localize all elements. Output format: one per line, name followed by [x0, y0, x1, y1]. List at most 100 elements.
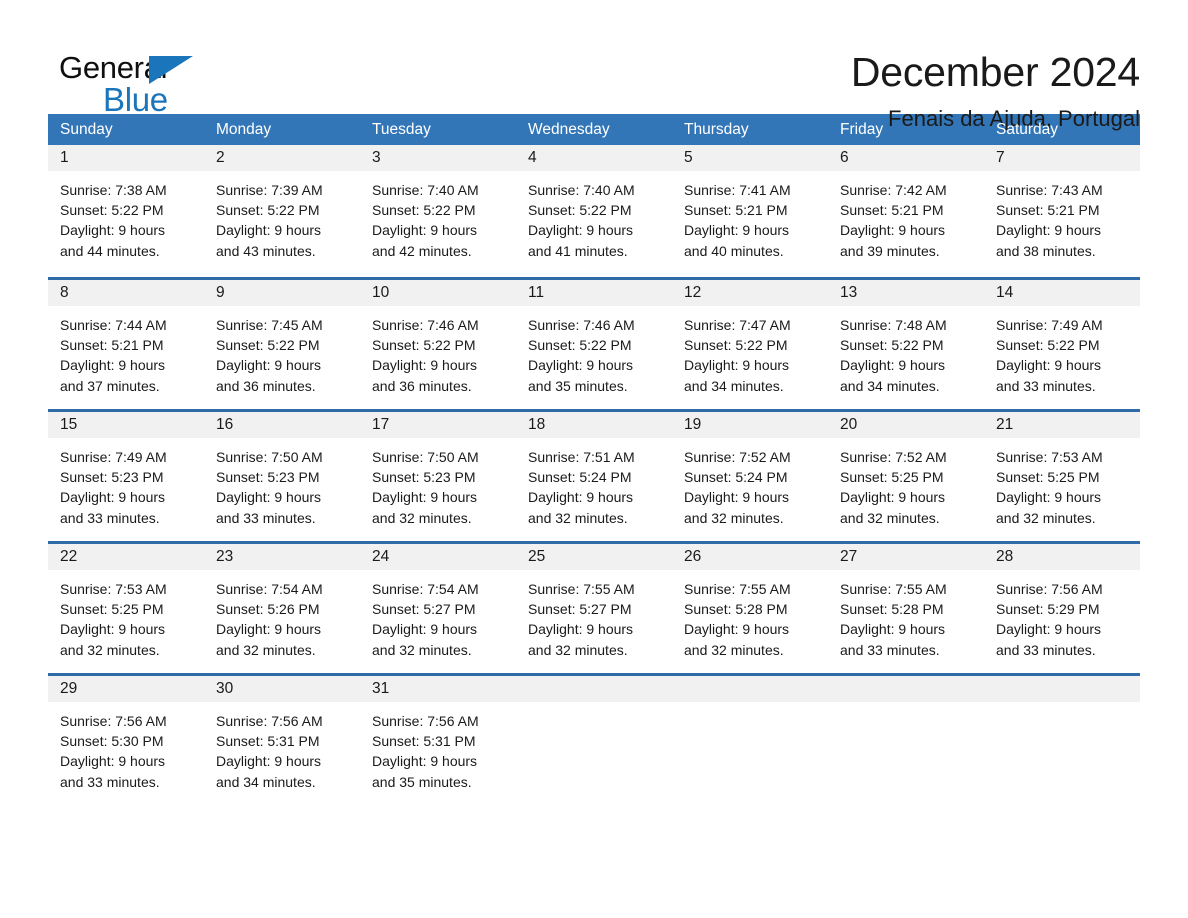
- daylight-text-line2: and 32 minutes.: [528, 641, 628, 658]
- sunset-text: Sunset: 5:25 PM: [840, 469, 944, 486]
- daylight-text-line1: Daylight: 9 hours: [528, 222, 634, 239]
- sunset-text: Sunset: 5:21 PM: [60, 337, 164, 354]
- day-number-band: 17: [360, 412, 516, 438]
- daylight-text-line1: Daylight: 9 hours: [840, 222, 946, 239]
- sunset-text: Sunset: 5:23 PM: [372, 469, 476, 486]
- day-cell[interactable]: 27 Sunrise: 7:55 AM Sunset: 5:28 PM Dayl…: [828, 544, 984, 673]
- weekday-header-tuesday: Tuesday: [372, 121, 431, 138]
- day-cell[interactable]: 29 Sunrise: 7:56 AM Sunset: 5:30 PM Dayl…: [48, 676, 204, 805]
- day-cell[interactable]: 7 Sunrise: 7:43 AM Sunset: 5:21 PM Dayli…: [984, 145, 1140, 277]
- daylight-text-line2: and 34 minutes.: [684, 377, 784, 394]
- daylight-text-line2: and 32 minutes.: [684, 641, 784, 658]
- sunrise-text: Sunrise: 7:54 AM: [372, 581, 479, 597]
- daylight-text-line1: Daylight: 9 hours: [216, 621, 322, 638]
- daylight-text-line2: and 34 minutes.: [216, 773, 316, 790]
- day-cell[interactable]: 24 Sunrise: 7:54 AM Sunset: 5:27 PM Dayl…: [360, 544, 516, 673]
- day-cell[interactable]: 15 Sunrise: 7:49 AM Sunset: 5:23 PM Dayl…: [48, 412, 204, 541]
- day-details: Sunrise: 7:46 AM Sunset: 5:22 PM Dayligh…: [360, 306, 516, 396]
- daylight-text-line2: and 43 minutes.: [216, 242, 316, 259]
- day-cell[interactable]: 8 Sunrise: 7:44 AM Sunset: 5:21 PM Dayli…: [48, 280, 204, 409]
- day-number-band: 18: [516, 412, 672, 438]
- day-cell[interactable]: 28 Sunrise: 7:56 AM Sunset: 5:29 PM Dayl…: [984, 544, 1140, 673]
- day-number-band: 21: [984, 412, 1140, 438]
- day-cell-empty: [984, 676, 1140, 805]
- day-cell[interactable]: 2 Sunrise: 7:39 AM Sunset: 5:22 PM Dayli…: [204, 145, 360, 277]
- weekday-header-monday: Monday: [216, 121, 272, 138]
- day-cell[interactable]: 9 Sunrise: 7:45 AM Sunset: 5:22 PM Dayli…: [204, 280, 360, 409]
- day-number-band: 3: [360, 145, 516, 171]
- day-cell[interactable]: 10 Sunrise: 7:46 AM Sunset: 5:22 PM Dayl…: [360, 280, 516, 409]
- daylight-text-line1: Daylight: 9 hours: [216, 222, 322, 239]
- day-details: Sunrise: 7:55 AM Sunset: 5:27 PM Dayligh…: [516, 570, 672, 660]
- day-cell[interactable]: 12 Sunrise: 7:47 AM Sunset: 5:22 PM Dayl…: [672, 280, 828, 409]
- daylight-text-line1: Daylight: 9 hours: [996, 357, 1102, 374]
- daylight-text-line1: Daylight: 9 hours: [372, 222, 478, 239]
- day-details: Sunrise: 7:56 AM Sunset: 5:31 PM Dayligh…: [360, 702, 516, 792]
- day-details: Sunrise: 7:44 AM Sunset: 5:21 PM Dayligh…: [48, 306, 204, 396]
- day-cell[interactable]: 13 Sunrise: 7:48 AM Sunset: 5:22 PM Dayl…: [828, 280, 984, 409]
- day-cell[interactable]: 3 Sunrise: 7:40 AM Sunset: 5:22 PM Dayli…: [360, 145, 516, 277]
- sunset-text: Sunset: 5:21 PM: [840, 202, 944, 219]
- day-cell[interactable]: 11 Sunrise: 7:46 AM Sunset: 5:22 PM Dayl…: [516, 280, 672, 409]
- day-cell[interactable]: 5 Sunrise: 7:41 AM Sunset: 5:21 PM Dayli…: [672, 145, 828, 277]
- day-cell[interactable]: 19 Sunrise: 7:52 AM Sunset: 5:24 PM Dayl…: [672, 412, 828, 541]
- day-details: Sunrise: 7:49 AM Sunset: 5:22 PM Dayligh…: [984, 306, 1140, 396]
- day-cell[interactable]: 21 Sunrise: 7:53 AM Sunset: 5:25 PM Dayl…: [984, 412, 1140, 541]
- day-cell[interactable]: 25 Sunrise: 7:55 AM Sunset: 5:27 PM Dayl…: [516, 544, 672, 673]
- day-number-band: 4: [516, 145, 672, 171]
- day-number-band: 25: [516, 544, 672, 570]
- daylight-text-line1: Daylight: 9 hours: [528, 621, 634, 638]
- sunrise-text: Sunrise: 7:47 AM: [684, 317, 791, 333]
- day-cell[interactable]: 6 Sunrise: 7:42 AM Sunset: 5:21 PM Dayli…: [828, 145, 984, 277]
- day-cell[interactable]: 31 Sunrise: 7:56 AM Sunset: 5:31 PM Dayl…: [360, 676, 516, 805]
- day-cell[interactable]: 26 Sunrise: 7:55 AM Sunset: 5:28 PM Dayl…: [672, 544, 828, 673]
- day-details: Sunrise: 7:56 AM Sunset: 5:30 PM Dayligh…: [48, 702, 204, 792]
- day-cell[interactable]: 14 Sunrise: 7:49 AM Sunset: 5:22 PM Dayl…: [984, 280, 1140, 409]
- day-number: 2: [216, 149, 225, 166]
- day-cell[interactable]: 17 Sunrise: 7:50 AM Sunset: 5:23 PM Dayl…: [360, 412, 516, 541]
- daylight-text-line2: and 42 minutes.: [372, 242, 472, 259]
- day-number: 27: [840, 548, 858, 565]
- day-number: 8: [60, 284, 69, 301]
- day-details: Sunrise: 7:45 AM Sunset: 5:22 PM Dayligh…: [204, 306, 360, 396]
- sunrise-text: Sunrise: 7:46 AM: [372, 317, 479, 333]
- sunrise-text: Sunrise: 7:38 AM: [60, 182, 167, 198]
- daylight-text-line1: Daylight: 9 hours: [60, 489, 166, 506]
- day-cell[interactable]: 20 Sunrise: 7:52 AM Sunset: 5:25 PM Dayl…: [828, 412, 984, 541]
- daylight-text-line1: Daylight: 9 hours: [996, 489, 1102, 506]
- daylight-text-line2: and 39 minutes.: [840, 242, 940, 259]
- sunrise-text: Sunrise: 7:56 AM: [372, 713, 479, 729]
- day-cell[interactable]: 30 Sunrise: 7:56 AM Sunset: 5:31 PM Dayl…: [204, 676, 360, 805]
- daylight-text-line2: and 32 minutes.: [372, 641, 472, 658]
- day-cell[interactable]: 4 Sunrise: 7:40 AM Sunset: 5:22 PM Dayli…: [516, 145, 672, 277]
- day-cell[interactable]: 16 Sunrise: 7:50 AM Sunset: 5:23 PM Dayl…: [204, 412, 360, 541]
- day-details: Sunrise: 7:49 AM Sunset: 5:23 PM Dayligh…: [48, 438, 204, 528]
- day-number-band: 1: [48, 145, 204, 171]
- day-number-band: 7: [984, 145, 1140, 171]
- calendar-page: General Blue December 2024 Fenais da Aju…: [0, 0, 1188, 918]
- sunset-text: Sunset: 5:29 PM: [996, 601, 1100, 618]
- sunrise-text: Sunrise: 7:49 AM: [60, 449, 167, 465]
- sunrise-text: Sunrise: 7:46 AM: [528, 317, 635, 333]
- day-cell[interactable]: 23 Sunrise: 7:54 AM Sunset: 5:26 PM Dayl…: [204, 544, 360, 673]
- daylight-text-line2: and 33 minutes.: [216, 509, 316, 526]
- day-number-band: 12: [672, 280, 828, 306]
- day-cell[interactable]: 22 Sunrise: 7:53 AM Sunset: 5:25 PM Dayl…: [48, 544, 204, 673]
- day-details: Sunrise: 7:48 AM Sunset: 5:22 PM Dayligh…: [828, 306, 984, 396]
- sunset-text: Sunset: 5:30 PM: [60, 733, 164, 750]
- daylight-text-line1: Daylight: 9 hours: [60, 753, 166, 770]
- sunrise-text: Sunrise: 7:43 AM: [996, 182, 1103, 198]
- daylight-text-line1: Daylight: 9 hours: [684, 489, 790, 506]
- sunset-text: Sunset: 5:22 PM: [372, 202, 476, 219]
- day-details: Sunrise: 7:41 AM Sunset: 5:21 PM Dayligh…: [672, 171, 828, 261]
- daylight-text-line2: and 44 minutes.: [60, 242, 160, 259]
- daylight-text-line2: and 33 minutes.: [840, 641, 940, 658]
- general-blue-logo[interactable]: General Blue: [48, 46, 208, 124]
- day-number: 26: [684, 548, 702, 565]
- day-cell[interactable]: 1 Sunrise: 7:38 AM Sunset: 5:22 PM Dayli…: [48, 145, 204, 277]
- day-cell[interactable]: 18 Sunrise: 7:51 AM Sunset: 5:24 PM Dayl…: [516, 412, 672, 541]
- daylight-text-line1: Daylight: 9 hours: [528, 357, 634, 374]
- day-number-band: 14: [984, 280, 1140, 306]
- daylight-text-line2: and 38 minutes.: [996, 242, 1096, 259]
- day-number: 25: [528, 548, 546, 565]
